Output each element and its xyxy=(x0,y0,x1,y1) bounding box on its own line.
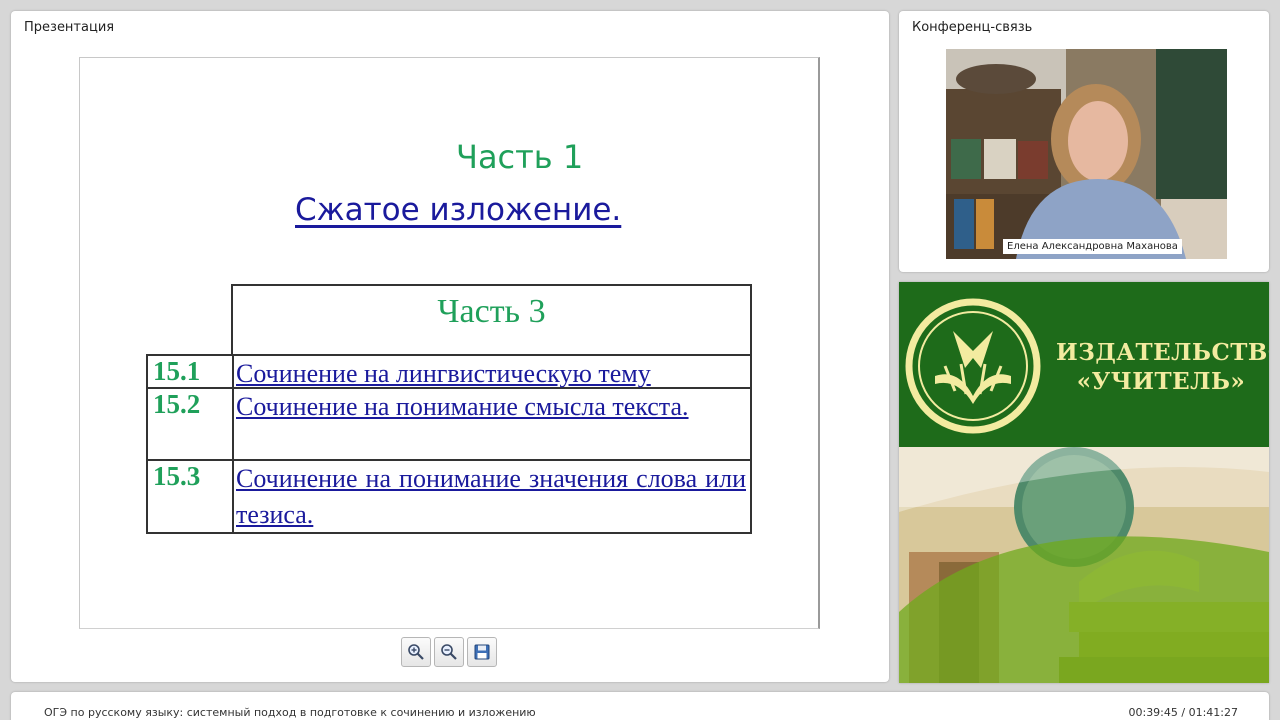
speaker-video: Елена Александровна Маханова xyxy=(946,49,1227,259)
save-button[interactable] xyxy=(467,637,497,667)
publisher-name: ИЗДАТЕЛЬСТВО «УЧИТЕЛЬ» xyxy=(1056,338,1269,396)
zoom-in-icon xyxy=(408,644,424,660)
publisher-logo-panel: ИЗДАТЕЛЬСТВО «УЧИТЕЛЬ» xyxy=(899,282,1269,683)
publisher-name-line2: «УЧИТЕЛЬ» xyxy=(1076,368,1246,395)
publisher-emblem-icon xyxy=(905,298,1041,434)
conference-panel-title: Конференц-связь xyxy=(912,20,1033,35)
webinar-title: ОГЭ по русскому языку: системный подход … xyxy=(44,706,536,719)
row-link[interactable]: Сочинение на понимание смысла текста. xyxy=(236,389,746,425)
zoom-out-button[interactable] xyxy=(434,637,464,667)
zoom-in-button[interactable] xyxy=(401,637,431,667)
speaker-name-label: Елена Александровна Маханова xyxy=(1003,239,1182,254)
footer-bar: ОГЭ по русскому языку: системный подход … xyxy=(11,692,1269,720)
table-header-label: Часть 3 xyxy=(437,293,546,330)
slide: Часть 1 Сжатое изложение. Часть 3 15.1 С… xyxy=(79,57,820,629)
zoom-out-icon xyxy=(441,644,457,660)
playback-time: 00:39:45 / 01:41:27 xyxy=(1128,706,1238,719)
slide-subtitle-link[interactable]: Сжатое изложение. xyxy=(295,192,621,228)
row-link[interactable]: Сочинение на понимание значения слова ил… xyxy=(236,461,746,533)
slide-part1-heading: Часть 1 xyxy=(456,138,584,176)
publisher-name-line1: ИЗДАТЕЛЬСТВО xyxy=(1056,339,1269,366)
row-number: 15.1 xyxy=(148,356,234,387)
table-header-cell: Часть 3 xyxy=(231,284,752,354)
table-row: 15.2 Сочинение на понимание смысла текст… xyxy=(146,389,752,461)
floppy-disk-icon xyxy=(474,644,490,660)
presentation-panel-title: Презентация xyxy=(24,20,115,35)
conference-panel: Конференц-связь Елена Александровна Маха… xyxy=(899,11,1269,272)
row-number: 15.3 xyxy=(148,461,234,532)
presentation-panel: Презентация Часть 1 Сжатое изложение. Ча… xyxy=(11,11,889,682)
table-row: 15.1 Сочинение на лингвистическую тему xyxy=(146,354,752,389)
row-link[interactable]: Сочинение на лингвистическую тему xyxy=(236,356,746,392)
speaker-video-frame xyxy=(946,49,1227,259)
row-number: 15.2 xyxy=(148,389,234,459)
table-row: 15.3 Сочинение на понимание значения сло… xyxy=(146,461,752,534)
slide-toolbar xyxy=(401,637,497,667)
